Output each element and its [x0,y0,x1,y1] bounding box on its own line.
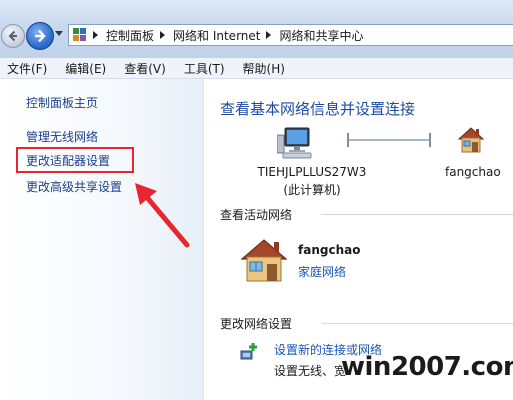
sidebar-item-control-panel-home[interactable]: 控制面板主页 [26,94,98,111]
menu-edit[interactable]: 编辑(E) [65,60,106,77]
menu-view[interactable]: 查看(V) [124,60,166,77]
back-button[interactable] [1,24,25,48]
breadcrumb-network-internet[interactable]: 网络和 Internet [173,27,260,44]
new-connection-icon [240,343,257,360]
home-network-icon[interactable] [456,125,486,155]
address-field[interactable]: 控制面板 网络和 Internet 网络和共享中心 [68,24,513,46]
divider [322,323,513,324]
menu-bar: 文件(F) 编辑(E) 查看(V) 工具(T) 帮助(H) [0,58,513,79]
sidebar: 控制面板主页 管理无线网络 更改适配器设置 更改高级共享设置 [0,79,204,400]
breadcrumb-separator-icon[interactable] [160,31,166,39]
control-panel-icon [73,28,86,41]
computer-icon[interactable] [277,127,315,159]
network-type-link[interactable]: 家庭网络 [298,263,346,280]
address-bar-area: 控制面板 网络和 Internet 网络和共享中心 [0,0,513,59]
change-settings-label: 更改网络设置 [220,317,293,331]
connection-line [347,133,431,147]
active-networks-label: 查看活动网络 [220,208,293,222]
breadcrumb: 控制面板 网络和 Internet 网络和共享中心 [91,25,364,45]
back-arrow-icon [8,30,17,42]
connection-line-tick [429,133,431,147]
annotation-arrow-icon [135,183,190,248]
forward-button[interactable] [26,22,54,50]
sidebar-item-manage-wireless[interactable]: 管理无线网络 [26,128,98,145]
breadcrumb-separator-icon[interactable] [93,31,98,39]
network-map-name: fangchao [445,165,501,179]
menu-tools[interactable]: 工具(T) [184,60,225,77]
divider [321,214,513,215]
menu-help[interactable]: 帮助(H) [243,60,285,77]
sidebar-item-advanced-sharing[interactable]: 更改高级共享设置 [26,178,122,195]
connection-line-tick [347,133,349,147]
annotation-highlight-box [16,147,134,173]
breadcrumb-separator-icon[interactable] [266,31,272,39]
home-network-icon [240,239,288,282]
active-network-name: fangchao [298,243,361,257]
computer-subtitle: (此计算机) [283,183,341,197]
computer-name: TIEHJLPLLUS27W3 [257,165,367,179]
watermark: win2007.com [341,352,513,382]
recent-pages-dropdown-icon[interactable] [55,31,63,36]
breadcrumb-network-sharing-center[interactable]: 网络和共享中心 [279,27,363,44]
breadcrumb-control-panel[interactable]: 控制面板 [106,27,154,44]
setup-description: 设置无线、宽 [274,364,347,378]
forward-arrow-icon [35,29,46,43]
page-title: 查看基本网络信息并设置连接 [220,100,416,118]
menu-file[interactable]: 文件(F) [7,60,47,77]
